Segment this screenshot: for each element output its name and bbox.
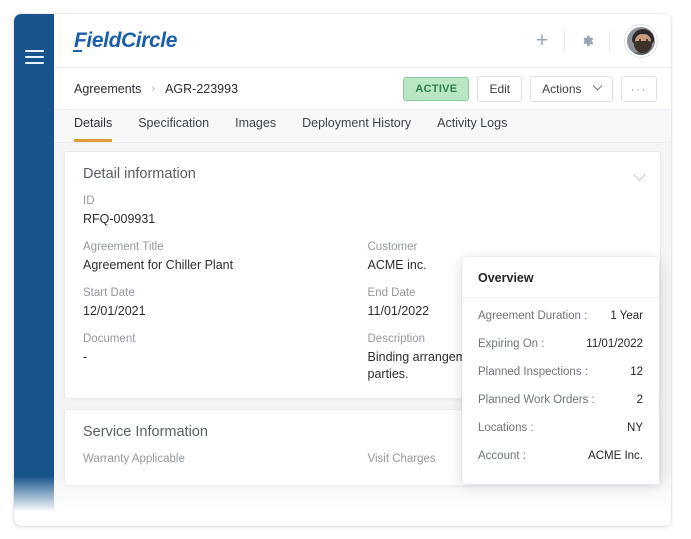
overview-key: Planned Inspections : — [478, 366, 588, 378]
avatar-beard — [634, 40, 652, 53]
hamburger-bar — [25, 62, 44, 64]
field-label: ID — [83, 195, 95, 207]
tab-activity-logs[interactable]: Activity Logs — [437, 116, 507, 142]
hamburger-bar — [25, 50, 44, 52]
chevron-down-icon — [592, 80, 602, 91]
field-id: ID RFQ-009931 — [83, 195, 642, 228]
overview-value: 12 — [630, 366, 643, 378]
divider — [564, 29, 565, 52]
overview-value: 11/01/2022 — [586, 338, 643, 350]
overview-rows: Agreement Duration : 1 Year Expiring On … — [462, 298, 659, 484]
field-document: Document - — [83, 333, 358, 383]
field-value: 12/01/2021 — [83, 303, 146, 318]
overview-popover: Overview Agreement Duration : 1 Year Exp… — [462, 257, 659, 484]
overview-value: 1 Year — [610, 310, 643, 322]
status-badge[interactable]: ACTIVE — [403, 76, 470, 101]
actions-dropdown[interactable]: Actions — [530, 75, 613, 102]
hamburger-bar — [25, 56, 44, 58]
overview-key: Planned Work Orders : — [478, 394, 595, 406]
field-label: Start Date — [83, 286, 135, 299]
field-value: Agreement for Chiller Plant — [83, 257, 234, 272]
app-logo[interactable]: FieldCircle — [73, 29, 177, 53]
sidebar — [14, 14, 54, 526]
hamburger-menu-icon[interactable] — [25, 50, 44, 64]
overview-row-planned-work-orders: Planned Work Orders : 2 — [478, 386, 643, 414]
tab-bar: Details Specification Images Deployment … — [54, 110, 671, 143]
divider — [609, 29, 610, 52]
tab-details[interactable]: Details — [74, 116, 113, 142]
tab-images[interactable]: Images — [235, 116, 276, 142]
overview-row-account: Account : ACME Inc. — [478, 442, 643, 470]
tab-deployment-history[interactable]: Deployment History — [302, 116, 411, 142]
breadcrumb-current: AGR-223993 — [165, 81, 239, 96]
avatar-eye — [646, 38, 648, 41]
field-start-date: Start Date 12/01/2021 — [83, 287, 358, 320]
edit-button[interactable]: Edit — [477, 75, 523, 102]
overview-row-expiring-on: Expiring On : 11/01/2022 — [478, 330, 643, 358]
screen: FieldCircle + Agreements › AGR-223993 AC… — [0, 0, 691, 539]
plus-glyph: + — [535, 28, 549, 52]
overview-title: Overview — [462, 257, 659, 298]
field-label: Customer — [367, 240, 418, 253]
breadcrumb-parent[interactable]: Agreements — [74, 82, 141, 96]
avatar-eye — [639, 38, 641, 41]
field-value: RFQ-009931 — [83, 212, 156, 226]
top-bar: FieldCircle + — [54, 14, 671, 68]
gear-icon[interactable] — [572, 26, 602, 56]
overview-value: 2 — [636, 394, 643, 406]
tab-specification[interactable]: Specification — [138, 116, 209, 142]
field-label: Agreement Title — [83, 240, 164, 253]
field-warranty-applicable: Warranty Applicable — [83, 453, 358, 469]
overview-value: NY — [627, 422, 643, 434]
breadcrumb-bar: Agreements › AGR-223993 ACTIVE Edit Acti… — [54, 68, 671, 110]
overview-row-agreement-duration: Agreement Duration : 1 Year — [478, 302, 643, 330]
overview-key: Expiring On : — [478, 338, 545, 350]
overview-key: Locations : — [478, 422, 534, 434]
field-value: - — [83, 349, 88, 364]
overview-key: Account : — [478, 450, 526, 462]
app-window: FieldCircle + Agreements › AGR-223993 AC… — [14, 14, 671, 526]
overview-key: Agreement Duration : — [478, 310, 588, 322]
field-label: Document — [83, 332, 136, 345]
plus-icon[interactable]: + — [527, 26, 557, 56]
field-label: Warranty Applicable — [83, 453, 185, 466]
avatar[interactable] — [625, 24, 657, 57]
overview-row-planned-inspections: Planned Inspections : 12 — [478, 358, 643, 386]
field-agreement-title: Agreement Title Agreement for Chiller Pl… — [83, 241, 358, 274]
overview-row-locations: Locations : NY — [478, 414, 643, 442]
card-title: Detail information — [83, 166, 196, 182]
breadcrumb-separator-icon: › — [151, 82, 156, 95]
gear-glyph — [583, 35, 594, 46]
more-options-button[interactable]: ··· — [620, 75, 657, 102]
overview-value: ACME Inc. — [588, 450, 643, 462]
actions-label: Actions — [542, 81, 582, 96]
topbar-actions: + — [527, 24, 657, 57]
